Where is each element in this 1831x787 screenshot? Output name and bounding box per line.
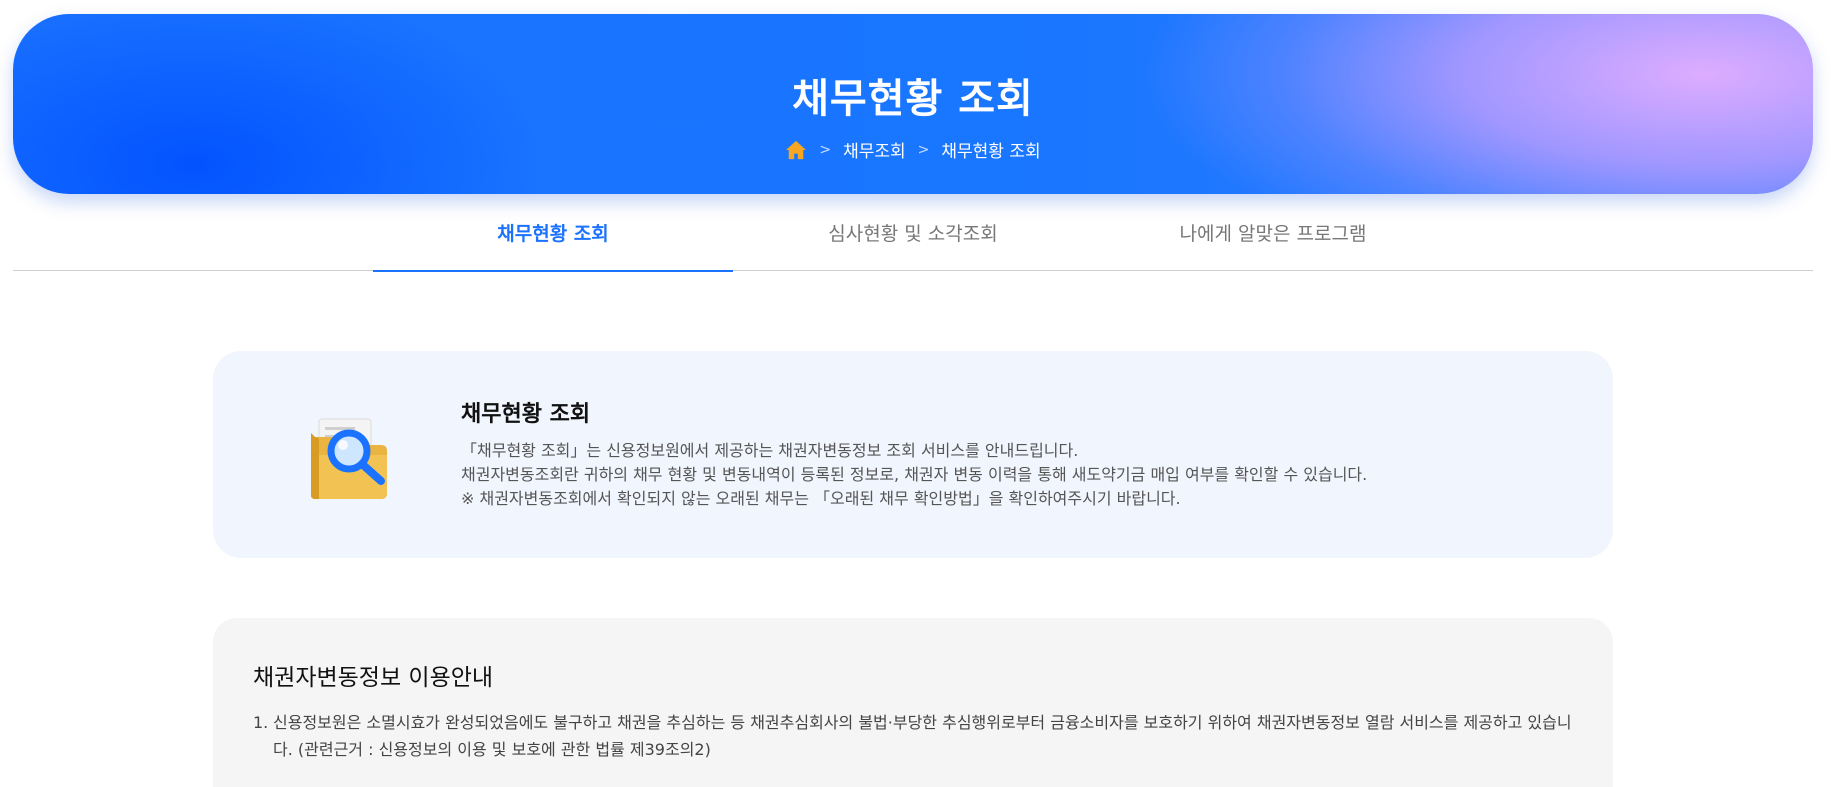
intro-description: 「채무현황 조회」는 신용정보원에서 제공하는 채권자변동정보 조회 서비스를 … — [461, 439, 1367, 511]
tab-debt-status[interactable]: 채무현황 조회 — [373, 194, 733, 272]
tab-recommended-program[interactable]: 나에게 알맞은 프로그램 — [1093, 194, 1453, 271]
tab-bar: 채무현황 조회 심사현황 및 소각조회 나에게 알맞은 프로그램 — [13, 194, 1813, 272]
breadcrumb-separator: > — [819, 141, 832, 158]
breadcrumb-item-current[interactable]: 채무현황 조회 — [941, 137, 1040, 162]
folder-search-icon — [311, 418, 387, 499]
home-icon[interactable] — [785, 140, 807, 160]
usage-guide-panel: 채권자변동정보 이용안내 1. 신용정보원은 소멸시효가 완성되었음에도 불구하… — [213, 618, 1613, 787]
intro-line: ※ 채권자변동조회에서 확인되지 않는 오래된 채무는 「오래된 채무 확인방법… — [461, 489, 1181, 508]
list-item-text: 신용정보원은 소멸시효가 완성되었음에도 불구하고 채권을 추심하는 등 채권추… — [273, 713, 1572, 759]
guide-title: 채권자변동정보 이용안내 — [253, 665, 494, 691]
intro-panel: 채무현황 조회 「채무현황 조회」는 신용정보원에서 제공하는 채권자변동정보 … — [213, 351, 1613, 558]
intro-line: 「채무현황 조회」는 신용정보원에서 제공하는 채권자변동정보 조회 서비스를 … — [461, 441, 1079, 460]
page-header-banner: 채무현황 조회 > 채무조회 > 채무현황 조회 — [13, 14, 1813, 194]
tab-review-status[interactable]: 심사현황 및 소각조회 — [733, 194, 1093, 271]
list-item: 1. 신용정보원은 소멸시효가 완성되었음에도 불구하고 채권을 추심하는 등 … — [253, 709, 1573, 763]
page-title: 채무현황 조회 — [792, 76, 1034, 122]
intro-line: 채권자변동조회란 귀하의 채무 현황 및 변동내역이 등록된 정보로, 채권자 … — [461, 465, 1368, 484]
breadcrumb: > 채무조회 > 채무현황 조회 — [13, 137, 1813, 162]
breadcrumb-item-debt-inquiry[interactable]: 채무조회 — [843, 137, 906, 162]
breadcrumb-separator: > — [917, 141, 930, 158]
intro-title: 채무현황 조회 — [461, 402, 591, 427]
list-item-number: 1. — [253, 713, 269, 732]
